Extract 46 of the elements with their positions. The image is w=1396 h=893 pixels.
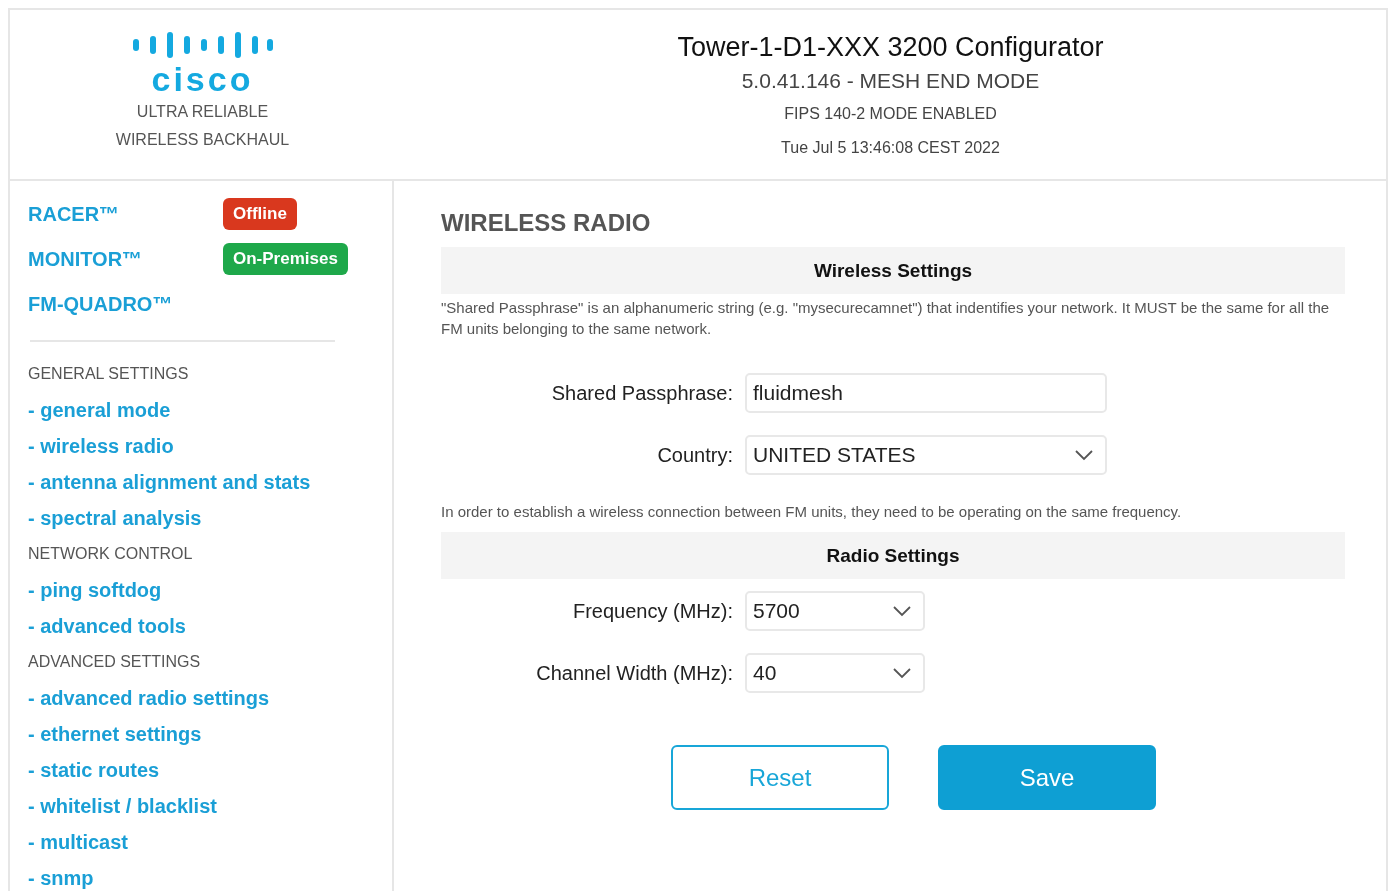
nav-link[interactable]: - ping softdog [28,572,162,608]
logo-wordmark: cisco [151,62,254,96]
save-button[interactable]: Save [938,745,1156,810]
section-heading: GENERAL SETTINGS [28,364,190,384]
date-time: Tue Jul 5 13:46:08 CEST 2022 [781,139,1000,157]
product-link[interactable]: RACER™ [28,195,223,232]
select-field[interactable]: UNITED STATES [745,435,1107,475]
status-badge: On-Premises [223,242,348,275]
nav-link[interactable]: - advanced radio settings [28,680,270,716]
nav-link[interactable]: - ethernet settings [28,716,202,752]
field-label: Country: [656,443,733,467]
field-label: Shared Passphrase: [550,381,733,405]
select-field[interactable]: 5700 [745,591,925,631]
help-text: In order to establish a wireless connection between FM units, they need to be operating on the same frequency. [441,502,1183,522]
field-label: Frequency (MHz): [571,599,733,623]
section-title: WIRELESS RADIO [441,209,652,237]
nav-link[interactable]: - whitelist / blacklist [28,788,217,824]
fips-status: FIPS 140-2 MODE ENABLED [784,105,997,123]
nav-link[interactable]: - multicast [28,824,129,860]
field-label: Channel Width (MHz): [535,661,733,685]
group-header: Wireless Settings [441,247,1345,294]
page-title: Tower-1-D1-XXX 3200 Configurator [677,32,1104,63]
bars-icon [132,30,273,60]
nav-link[interactable]: - static routes [28,752,160,788]
nav-link[interactable]: - snmp [28,860,94,893]
select-field[interactable]: 40 [745,653,925,693]
chevron-icon [893,667,911,679]
nav-link[interactable]: - advanced tools [28,608,186,644]
chevron-icon [1075,449,1093,461]
product-link[interactable]: MONITOR™ [28,240,223,277]
tagline: ULTRA RELIABLE [136,102,269,122]
tagline: WIRELESS BACKHAUL [115,130,290,150]
section-heading: NETWORK CONTROL [28,544,194,564]
nav-link[interactable]: - general mode [28,392,171,428]
status-badge: Offline [223,197,297,230]
chevron-icon [893,605,911,617]
product-link[interactable]: FM-QUADRO™ [28,285,223,322]
nav-link[interactable]: - antenna alignment and stats [28,464,311,500]
help-text: "Shared Passphrase" is an alphanumeric string (e.g. "mysecurecamnet") that indentifies your network. It MUST be the same for all the FM units belonging to the same network. [441,298,1331,339]
text-field[interactable]: fluidmesh [745,373,1107,413]
nav-link[interactable]: - spectral analysis [28,500,202,536]
section-heading: ADVANCED SETTINGS [28,652,202,672]
group-header: Radio Settings [441,532,1345,579]
reset-button[interactable]: Reset [671,745,889,810]
nav-link[interactable]: - wireless radio [28,428,174,464]
firmware-mode: 5.0.41.146 - MESH END MODE [741,69,1040,93]
